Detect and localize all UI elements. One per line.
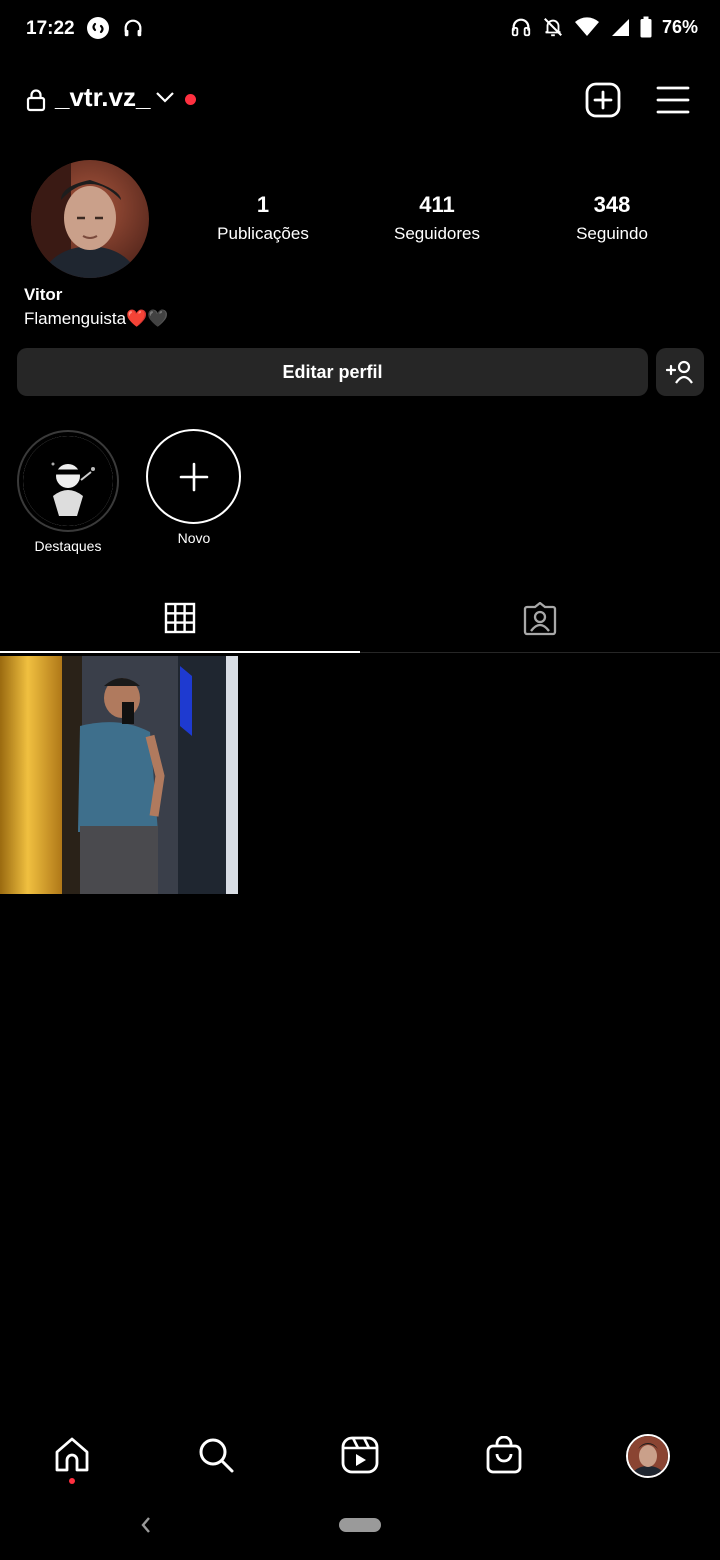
- profile-avatar[interactable]: [31, 160, 149, 278]
- post-thumbnail[interactable]: [0, 656, 238, 894]
- tagged-person-icon: [523, 602, 557, 636]
- add-person-icon: [656, 348, 704, 396]
- notification-dot: [185, 94, 196, 105]
- notifications-off-icon: [542, 16, 564, 38]
- new-post-button[interactable]: [585, 82, 621, 118]
- battery-icon: [640, 16, 652, 38]
- stat-followers[interactable]: 411 Seguidores: [357, 192, 517, 244]
- stat-followers-value: 411: [419, 192, 455, 217]
- profile-header: _vtr.vz_: [0, 70, 720, 130]
- hamburger-menu-icon[interactable]: [656, 84, 690, 116]
- stat-following-value: 348: [593, 192, 631, 217]
- bottom-navigation: [0, 1420, 720, 1494]
- home-icon[interactable]: [53, 1436, 91, 1474]
- grid-icon: [164, 602, 196, 634]
- stat-following-label: Seguindo: [576, 224, 648, 243]
- profile-avatar-nav[interactable]: [626, 1434, 670, 1478]
- headset-icon: [510, 16, 532, 38]
- highlight-destaques[interactable]: Destaques: [17, 430, 119, 554]
- highlight-label: Novo: [177, 530, 211, 546]
- stat-posts[interactable]: 1 Publicações: [183, 192, 343, 244]
- reels-icon[interactable]: [341, 1436, 379, 1474]
- stat-posts-label: Publicações: [217, 224, 309, 243]
- tab-posts-grid[interactable]: [0, 585, 360, 653]
- battery-percent: 76%: [661, 16, 698, 37]
- headphones-icon: [122, 16, 144, 40]
- highlight-cover: [17, 430, 119, 532]
- system-navigation-bar: [0, 1500, 720, 1560]
- edit-profile-button[interactable]: Editar perfil: [17, 348, 648, 396]
- signal-icon: [610, 17, 630, 37]
- wifi-icon: [574, 16, 600, 38]
- shazam-icon: [86, 16, 110, 40]
- profile-name: Vitor: [24, 285, 63, 304]
- highlight-label: Destaques: [34, 538, 102, 554]
- home-notification-dot: [69, 1478, 75, 1484]
- account-username[interactable]: _vtr.vz_: [55, 82, 150, 113]
- profile-bio: Flamenguista❤️🖤: [24, 309, 169, 328]
- discover-people-button[interactable]: [656, 348, 704, 396]
- lock-icon: [25, 88, 47, 112]
- stat-followers-label: Seguidores: [393, 224, 480, 243]
- highlight-new[interactable]: Novo: [146, 429, 242, 546]
- shop-bag-icon[interactable]: [485, 1436, 523, 1474]
- search-icon[interactable]: [197, 1436, 235, 1474]
- home-pill[interactable]: [339, 1518, 381, 1532]
- plus-icon: [178, 461, 210, 493]
- status-bar: 17:22 76%: [0, 0, 720, 60]
- tab-tagged[interactable]: [360, 585, 720, 653]
- new-highlight-circle: [146, 429, 241, 524]
- profile-tabs: [0, 585, 720, 653]
- stat-following[interactable]: 348 Seguindo: [532, 192, 692, 244]
- status-time: 17:22: [26, 18, 75, 39]
- back-icon[interactable]: [138, 1514, 154, 1536]
- stat-posts-value: 1: [256, 192, 270, 217]
- chevron-down-icon[interactable]: [155, 90, 175, 104]
